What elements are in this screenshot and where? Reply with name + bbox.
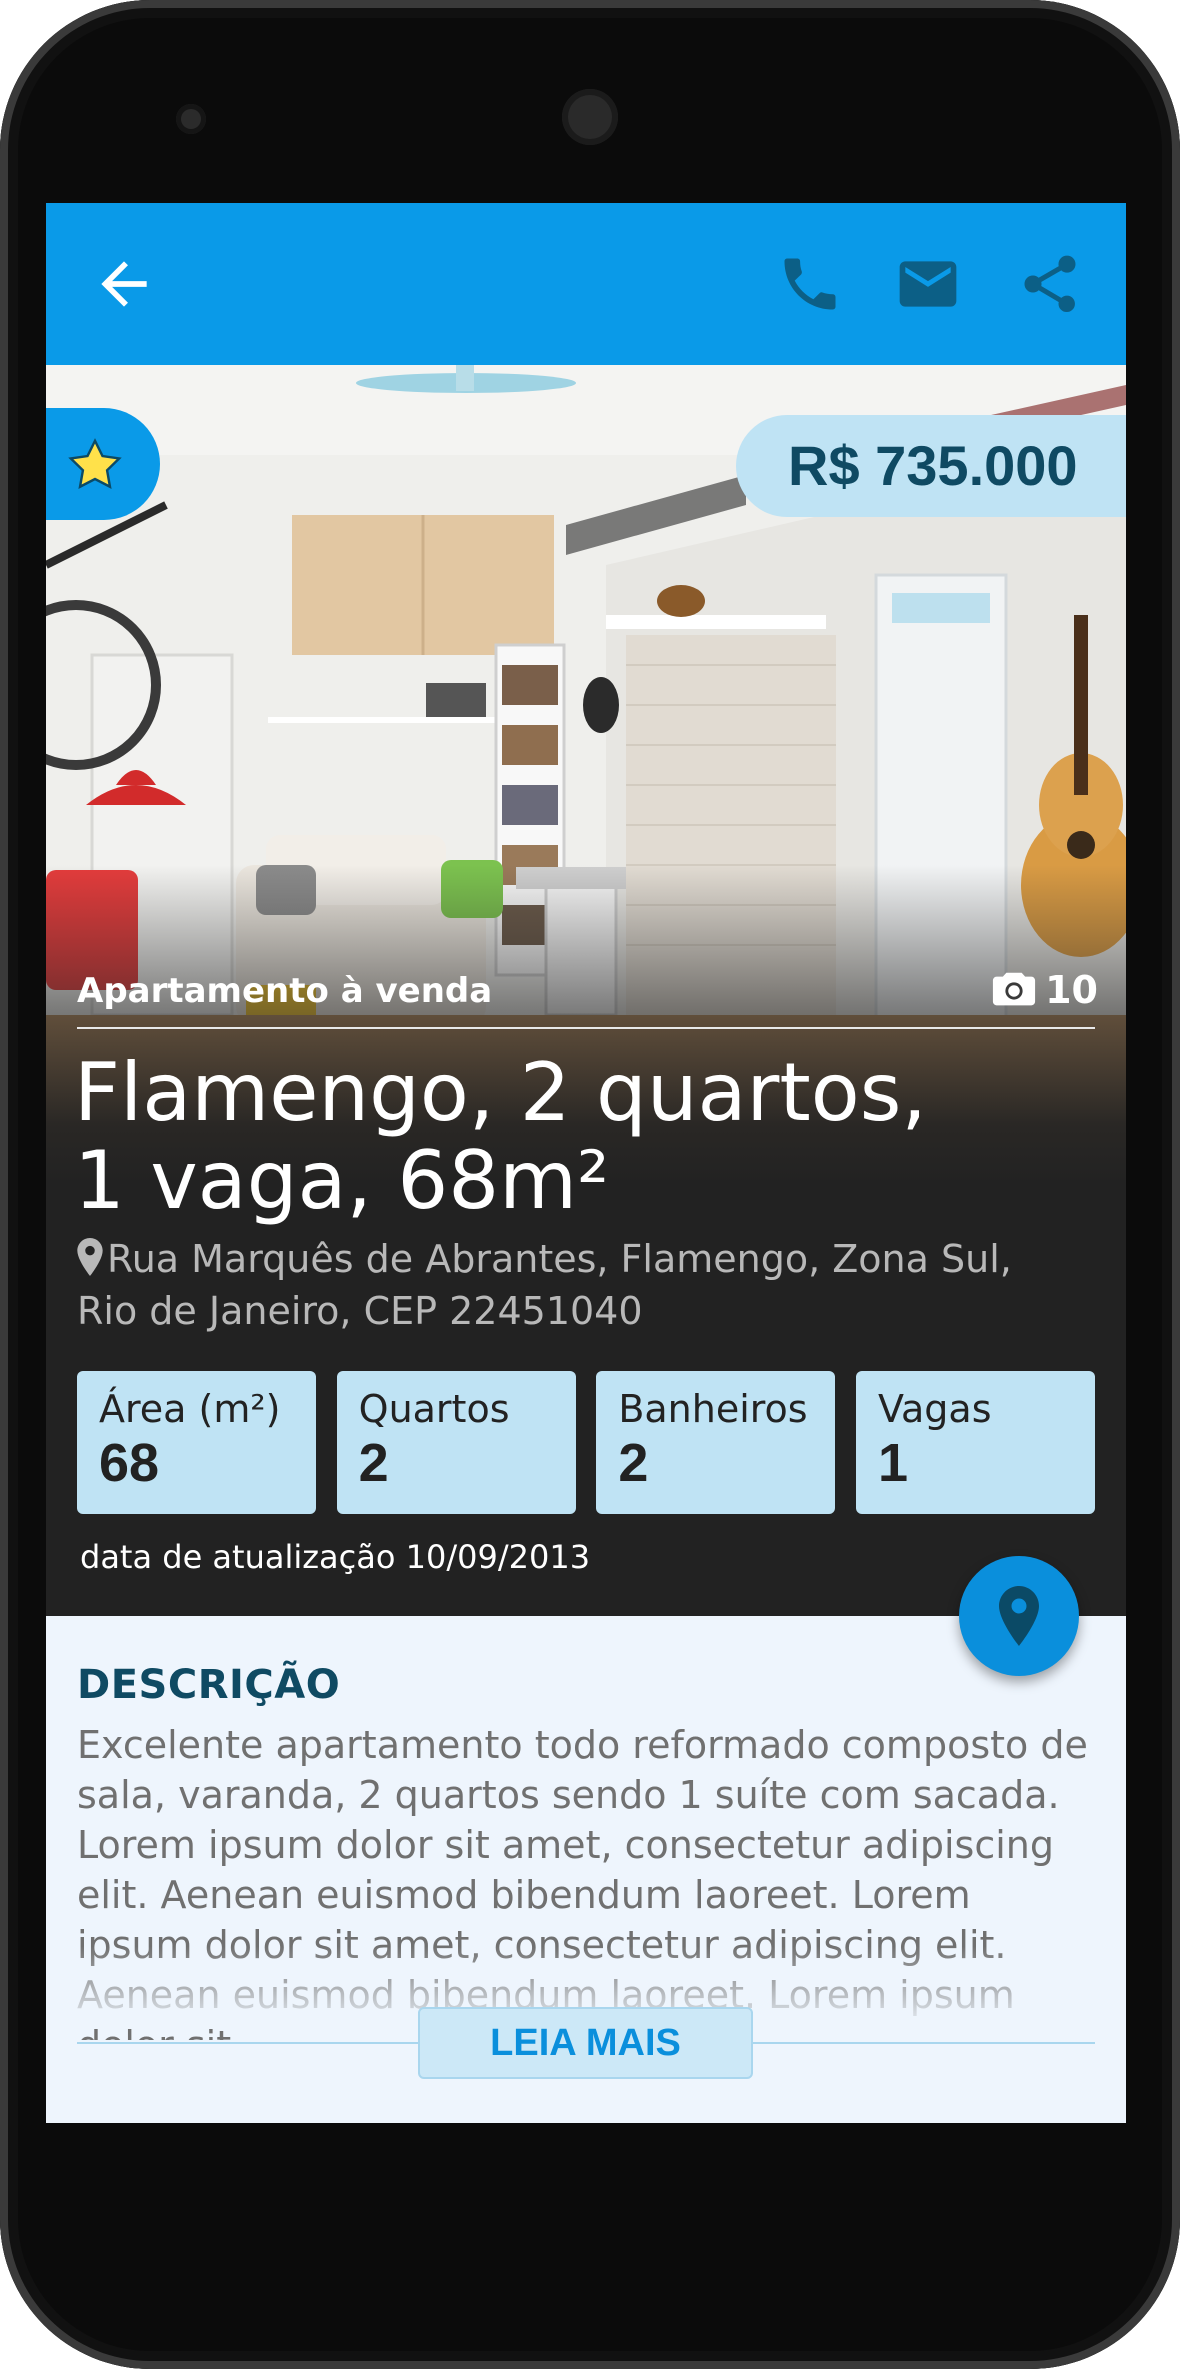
stat-value: 68 <box>99 1433 160 1493</box>
title-line-1: Flamengo, 2 quartos, <box>74 1046 927 1139</box>
stat-value: 2 <box>618 1433 649 1493</box>
phone-icon[interactable] <box>776 250 844 318</box>
photo-count[interactable]: 10 <box>991 968 1098 1012</box>
stat-bathrooms: Banheiros 2 <box>596 1371 836 1514</box>
title-line-2: 1 vaga, 68m² <box>74 1134 610 1227</box>
phone-frame: R$ 735.000 Apartamento à venda 10 Flamen… <box>0 0 1180 2369</box>
stat-value: 1 <box>877 1433 909 1493</box>
share-icon[interactable] <box>1016 250 1084 318</box>
app-bar <box>46 203 1126 365</box>
description-heading: DESCRIÇÃO <box>77 1662 341 1708</box>
stat-parking: Vagas 1 <box>855 1371 1095 1514</box>
stat-label: Área (m²) <box>99 1387 281 1431</box>
camera-icon <box>993 972 1036 1006</box>
read-more-button[interactable]: LEIA MAIS <box>418 2007 753 2079</box>
listing-photo[interactable]: R$ 735.000 Apartamento à venda 10 Flamen… <box>46 365 1126 1269</box>
divider <box>77 1027 1095 1029</box>
description-section: DESCRIÇÃO Excelente apartamento todo ref… <box>46 1616 1126 2123</box>
address-line-1: Rua Marquês de Abrantes, Flamengo, Zona … <box>77 1233 1037 1285</box>
stat-label: Banheiros <box>618 1387 808 1431</box>
map-button[interactable] <box>959 1556 1079 1676</box>
address-line-2: Rio de Janeiro, CEP 22451040 <box>77 1289 643 1333</box>
stat-value: 2 <box>358 1433 389 1493</box>
mail-icon[interactable] <box>894 250 962 318</box>
updated-date: data de atualização 10/09/2013 <box>80 1538 591 1576</box>
earpiece-speaker <box>562 89 618 145</box>
front-camera <box>176 104 206 134</box>
stat-label: Vagas <box>877 1387 992 1431</box>
favorite-button[interactable] <box>46 408 160 520</box>
stat-bedrooms: Quartos 2 <box>336 1371 576 1514</box>
arrow-back-icon[interactable] <box>90 250 158 318</box>
stats-row: Área (m²) 68 Quartos 2 Banheiros 2 Vagas… <box>77 1371 1095 1514</box>
price-badge: R$ 735.000 <box>736 415 1126 517</box>
star-icon <box>68 438 122 489</box>
stat-area: Área (m²) 68 <box>77 1371 316 1514</box>
screen: R$ 735.000 Apartamento à venda 10 Flamen… <box>46 203 1126 2123</box>
listing-title: Flamengo, 2 quartos, 1 vaga, 68m² <box>74 1049 1074 1225</box>
address: Rua Marquês de Abrantes, Flamengo, Zona … <box>77 1233 1037 1337</box>
stat-label: Quartos <box>358 1387 510 1431</box>
location-pin-icon <box>999 1586 1039 1646</box>
photo-count-value: 10 <box>1045 968 1098 1012</box>
listing-type: Apartamento à venda <box>77 971 493 1011</box>
location-pin-icon <box>77 1238 103 1276</box>
